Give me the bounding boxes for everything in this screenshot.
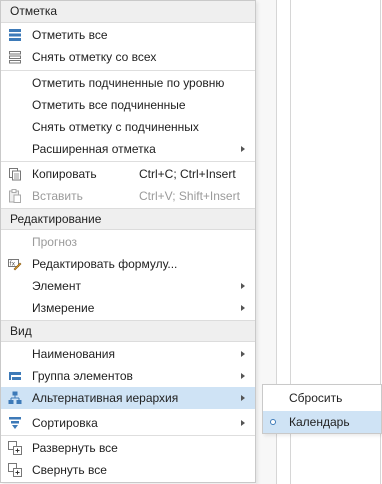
menu-item-copy[interactable]: Копировать Ctrl+C; Ctrl+Insert (1, 163, 255, 185)
mark-all-icon (9, 29, 21, 41)
separator (1, 161, 255, 162)
menu-item-label: Вставить (32, 189, 83, 203)
section-header-view: Вид (1, 320, 255, 342)
menu-item-paste[interactable]: Вставить Ctrl+V; Shift+Insert (1, 185, 255, 207)
paste-icon (9, 189, 21, 203)
section-header-mark: Отметка (1, 1, 255, 23)
menu-item-label: Прогноз (32, 235, 78, 249)
separator (1, 435, 255, 436)
menu-item-names[interactable]: Наименования (1, 343, 255, 365)
submenu-arrow-icon (241, 283, 245, 289)
svg-text:fx: fx (10, 261, 16, 268)
submenu-arrow-icon (241, 420, 245, 426)
menu-item-edit-formula[interactable]: fx Редактировать формулу... (1, 253, 255, 275)
menu-item-label: Свернуть все (32, 463, 107, 477)
menu-item-expand-all[interactable]: Развернуть все (1, 437, 255, 459)
menu-item-forecast[interactable]: Прогноз (1, 231, 255, 253)
submenu-item-reset[interactable]: Сбросить (263, 387, 381, 409)
menu-item-label: Группа элементов (32, 369, 133, 383)
shortcut-text: Ctrl+V; Shift+Insert (139, 189, 240, 203)
submenu-arrow-icon (241, 395, 245, 401)
menu-item-label: Отметить все подчиненные (32, 98, 186, 112)
shortcut-text: Ctrl+C; Ctrl+Insert (139, 167, 236, 181)
copy-icon (9, 168, 21, 181)
menu-item-label: Расширенная отметка (32, 142, 156, 156)
menu-item-label: Измерение (32, 301, 95, 315)
menu-item-alt-hierarchy[interactable]: Альтернативная иерархия (1, 387, 255, 409)
submenu-arrow-icon (241, 373, 245, 379)
menu-item-advanced-mark[interactable]: Расширенная отметка (1, 138, 255, 160)
menu-item-mark-all-children[interactable]: Отметить все подчиненные (1, 94, 255, 116)
context-menu: Отметка Отметить все Снять отметку со вс… (0, 0, 256, 483)
menu-item-dimension[interactable]: Измерение (1, 297, 255, 319)
menu-item-collapse-all[interactable]: Свернуть все (1, 459, 255, 481)
submenu-arrow-icon (241, 146, 245, 152)
hierarchy-icon (8, 391, 22, 404)
menu-item-sorting[interactable]: Сортировка (1, 412, 255, 434)
expand-all-icon (8, 441, 22, 455)
menu-item-mark-all[interactable]: Отметить все (1, 24, 255, 46)
submenu-arrow-icon (241, 351, 245, 357)
menu-item-mark-children-level[interactable]: Отметить подчиненные по уровню (1, 72, 255, 94)
menu-item-element[interactable]: Элемент (1, 275, 255, 297)
element-group-icon (9, 372, 21, 380)
menu-item-label: Отметить подчиненные по уровню (32, 76, 225, 90)
menu-item-label: Сортировка (32, 416, 98, 430)
menu-item-label: Развернуть все (32, 441, 118, 455)
menu-item-label: Наименования (32, 347, 116, 361)
submenu-item-calendar[interactable]: Календарь (263, 411, 381, 433)
menu-item-element-group[interactable]: Группа элементов (1, 365, 255, 387)
unmark-all-icon (9, 51, 21, 64)
submenu-item-label: Сбросить (289, 391, 343, 405)
collapse-all-icon (8, 463, 22, 477)
submenu-item-label: Календарь (289, 415, 350, 429)
menu-item-unmark-children[interactable]: Снять отметку с подчиненных (1, 116, 255, 138)
menu-item-label: Отметить все (32, 28, 108, 42)
alt-hierarchy-submenu: Сбросить Календарь (262, 384, 382, 434)
menu-item-label: Альтернативная иерархия (32, 391, 179, 405)
menu-item-label: Копировать (32, 167, 97, 181)
section-header-edit: Редактирование (1, 208, 255, 230)
menu-item-unmark-all[interactable]: Снять отметку со всех (1, 46, 255, 68)
menu-item-label: Снять отметку с подчиненных (32, 120, 199, 134)
menu-item-label: Снять отметку со всех (32, 50, 157, 64)
menu-item-label: Элемент (32, 279, 81, 293)
separator (1, 70, 255, 71)
radio-selected-icon (270, 419, 276, 425)
menu-item-label: Редактировать формулу... (32, 257, 178, 271)
sort-icon (9, 417, 21, 429)
submenu-arrow-icon (241, 305, 245, 311)
formula-icon: fx (8, 259, 22, 271)
